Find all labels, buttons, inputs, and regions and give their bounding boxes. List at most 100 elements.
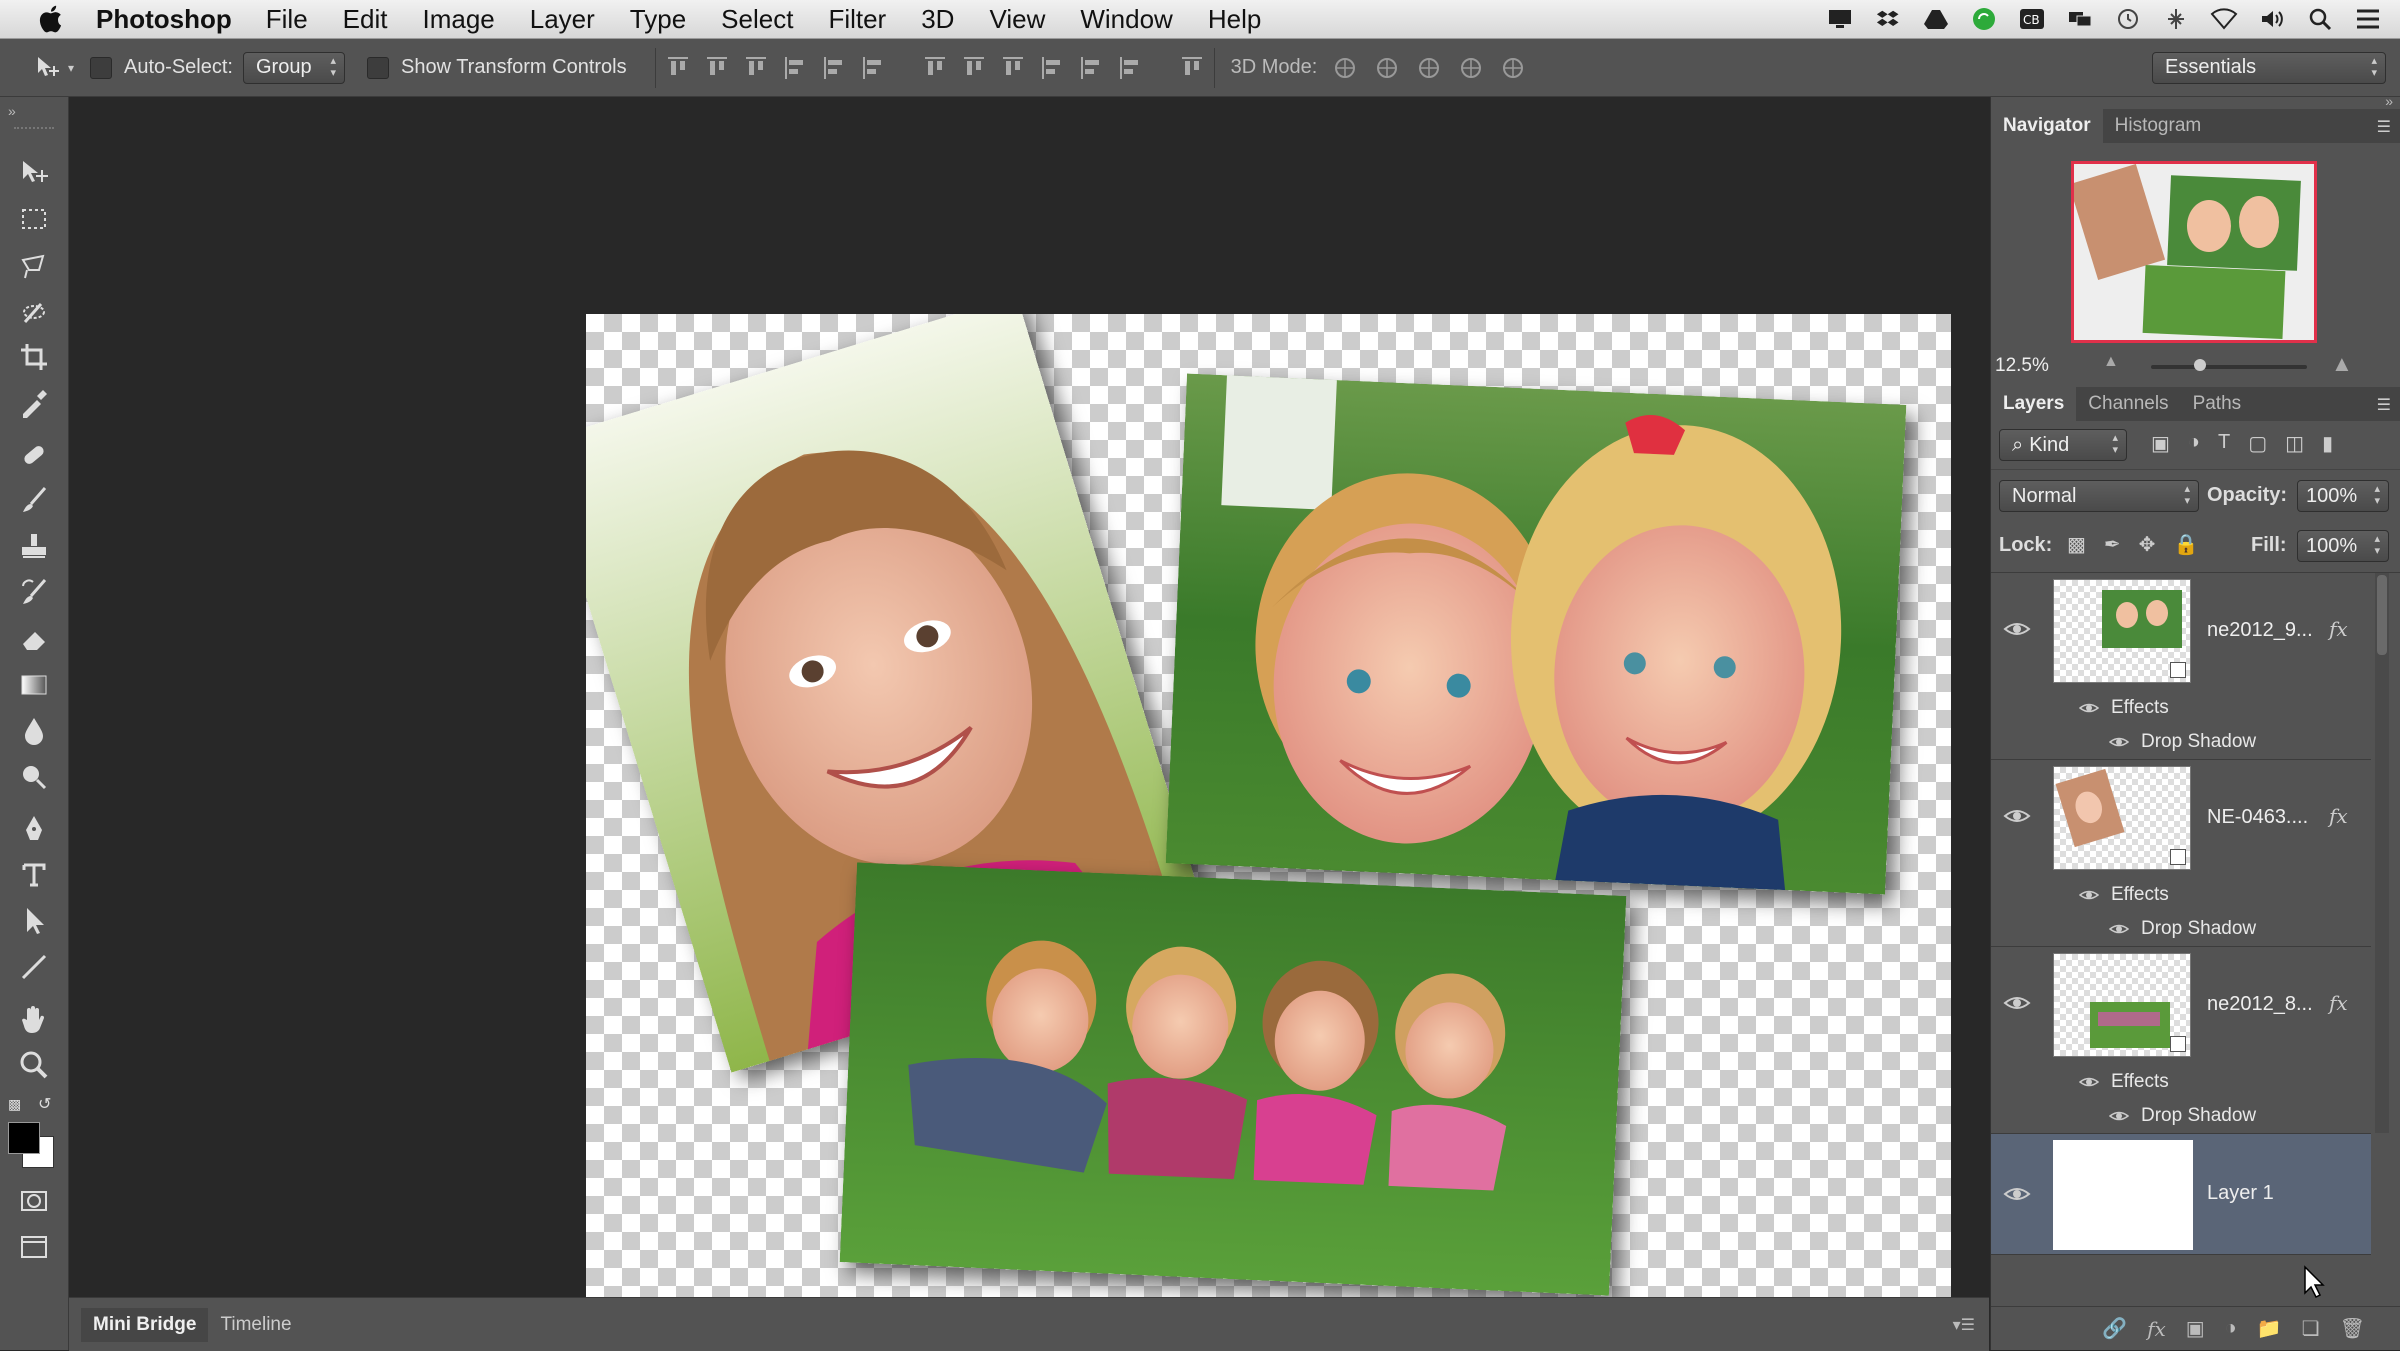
type-tool-icon[interactable] (0, 852, 68, 898)
menu-help[interactable]: Help (1208, 4, 1261, 35)
menu-3d[interactable]: 3D (921, 4, 954, 35)
collapse-dock-icon[interactable]: » (2385, 93, 2393, 109)
tab-channels[interactable]: Channels (2076, 387, 2180, 421)
layer-row[interactable]: ne2012_8... fx Effects Drop Shadow (1991, 947, 2371, 1134)
new-group-icon[interactable]: 📁 (2257, 1316, 2282, 1341)
move-tool-preset-icon[interactable] (34, 54, 62, 82)
effect-row[interactable]: Drop Shadow (2109, 1105, 2256, 1127)
photo-boy-and-girl[interactable] (1165, 373, 1907, 895)
effects-row[interactable]: Effects (2079, 1071, 2169, 1093)
zoom-in-icon[interactable]: ▲ (2331, 351, 2353, 377)
align-vertical-centers-icon[interactable] (705, 55, 729, 81)
filter-toggle-icon[interactable]: ▮ (2322, 431, 2333, 456)
effect-eye-icon[interactable] (2109, 735, 2129, 749)
zoom-tool-icon[interactable] (0, 1042, 68, 1088)
screen-mode-icon[interactable] (0, 1224, 68, 1270)
align-top-edges-icon[interactable] (666, 55, 690, 81)
lock-position-icon[interactable]: ✥ (2139, 532, 2156, 557)
crop-tool-icon[interactable] (0, 334, 68, 380)
dodge-tool-icon[interactable] (0, 754, 68, 800)
display-icon[interactable] (1826, 7, 1854, 31)
3d-roll-icon[interactable] (1373, 55, 1401, 81)
filter-adjustment-icon[interactable]: ◑ (2188, 431, 2200, 456)
collapse-panel-icon[interactable]: » (8, 103, 16, 119)
align-bottom-edges-icon[interactable] (744, 55, 768, 81)
effects-eye-icon[interactable] (2079, 1075, 2099, 1089)
distribute-horizontal-centers-icon[interactable] (1079, 55, 1103, 81)
distribute-left-icon[interactable] (1040, 55, 1064, 81)
bluetooth-icon[interactable] (2162, 7, 2190, 31)
effect-row[interactable]: Drop Shadow (2109, 731, 2256, 753)
layer-fx-icon[interactable]: fx (2329, 804, 2348, 828)
panel-menu-icon[interactable]: ▾☰ (1953, 1315, 1975, 1335)
volume-icon[interactable] (2258, 7, 2286, 31)
opacity-input[interactable]: 100% (2297, 480, 2389, 512)
3d-rotate-icon[interactable] (1331, 55, 1359, 81)
screens-icon[interactable] (2066, 7, 2094, 31)
tab-navigator[interactable]: Navigator (1991, 109, 2103, 143)
filter-type-icon[interactable]: T (2218, 431, 2230, 456)
app-name-menu[interactable]: Photoshop (96, 4, 232, 35)
time-machine-icon[interactable] (2114, 7, 2142, 31)
distribute-top-icon[interactable] (923, 55, 947, 81)
eyedropper-tool-icon[interactable] (0, 380, 68, 426)
healing-brush-tool-icon[interactable] (0, 432, 68, 478)
scrollbar-thumb[interactable] (2377, 575, 2387, 655)
hand-tool-icon[interactable] (0, 996, 68, 1042)
zoom-slider-thumb[interactable] (2193, 359, 2206, 371)
effects-eye-icon[interactable] (2079, 888, 2099, 902)
visibility-eye-icon[interactable] (2003, 619, 2031, 639)
menu-layer[interactable]: Layer (530, 4, 595, 35)
tab-layers[interactable]: Layers (1991, 387, 2077, 421)
workspace-dropdown[interactable]: Essentials (2152, 51, 2386, 84)
effect-eye-icon[interactable] (2109, 922, 2129, 936)
auto-select-checkbox[interactable] (90, 56, 113, 79)
filter-pixel-icon[interactable]: ▣ (2151, 431, 2170, 456)
layer-name[interactable]: Layer 1 (2207, 1182, 2274, 1205)
menu-filter[interactable]: Filter (828, 4, 886, 35)
history-brush-tool-icon[interactable] (0, 570, 68, 616)
pen-tool-icon[interactable] (0, 806, 68, 852)
distribute-vertical-centers-icon[interactable] (962, 55, 986, 81)
apple-icon[interactable] (36, 3, 68, 35)
document-canvas[interactable] (586, 314, 1951, 1326)
add-mask-icon[interactable]: ▣ (2186, 1316, 2205, 1341)
menu-view[interactable]: View (989, 4, 1045, 35)
show-transform-checkbox[interactable] (366, 56, 389, 79)
quick-selection-tool-icon[interactable] (0, 288, 68, 334)
panel-grip[interactable] (14, 127, 54, 133)
align-left-edges-icon[interactable] (783, 55, 807, 81)
new-layer-icon[interactable]: ❏ (2302, 1316, 2320, 1341)
filter-smart-object-icon[interactable]: ◫ (2285, 431, 2304, 456)
layer-row[interactable]: NE-0463.... fx Effects Drop Shadow (1991, 760, 2371, 947)
navigator-zoom-value[interactable]: 12.5% (1995, 355, 2049, 377)
navigator-menu-icon[interactable]: ☰ (2377, 117, 2391, 137)
line-tool-icon[interactable] (0, 944, 68, 990)
new-adjustment-layer-icon[interactable]: ◑ (2225, 1317, 2237, 1340)
default-colors-icon[interactable]: ▩ (8, 1096, 21, 1113)
layers-scrollbar[interactable] (2375, 573, 2389, 1133)
layer-row-selected[interactable]: Layer 1 (1991, 1134, 2371, 1255)
sync-icon[interactable] (1970, 7, 1998, 31)
blur-tool-icon[interactable] (0, 708, 68, 754)
layer-name[interactable]: ne2012_8... (2207, 993, 2313, 1016)
tab-histogram[interactable]: Histogram (2103, 109, 2214, 143)
distribute-right-icon[interactable] (1118, 55, 1142, 81)
zoom-slider-track[interactable] (2151, 365, 2307, 369)
layer-fx-icon[interactable]: fx (2329, 991, 2348, 1015)
align-right-edges-icon[interactable] (861, 55, 885, 81)
layer-name[interactable]: NE-0463.... (2207, 806, 2308, 829)
foreground-color-swatch[interactable] (8, 1122, 40, 1154)
effect-eye-icon[interactable] (2109, 1109, 2129, 1123)
quick-mask-icon[interactable] (0, 1178, 68, 1224)
lock-transparent-icon[interactable]: ▩ (2067, 532, 2086, 557)
menu-select[interactable]: Select (721, 4, 793, 35)
clone-stamp-tool-icon[interactable] (0, 524, 68, 570)
swap-colors-icon[interactable]: ↺ (38, 1094, 51, 1114)
notification-list-icon[interactable] (2354, 7, 2382, 31)
dropbox-icon[interactable] (1874, 7, 1902, 31)
effects-eye-icon[interactable] (2079, 701, 2099, 715)
wifi-icon[interactable] (2210, 7, 2238, 31)
cb-icon[interactable]: CB (2018, 7, 2046, 31)
link-layers-icon[interactable]: 🔗 (2102, 1316, 2127, 1341)
